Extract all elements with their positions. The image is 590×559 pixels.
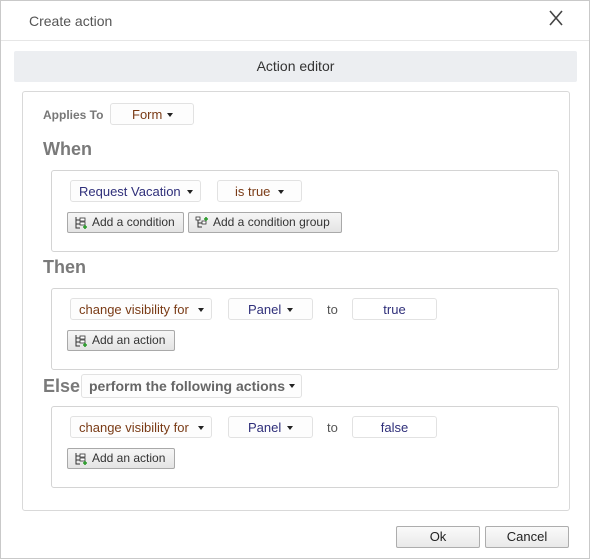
chevron-down-icon — [289, 384, 296, 388]
condition-operator-dropdown[interactable]: is true — [217, 180, 302, 202]
else-target-dropdown[interactable]: Panel — [228, 416, 313, 438]
else-value-field[interactable]: false — [352, 416, 437, 438]
chevron-down-icon — [287, 308, 293, 312]
then-action-verb-value: change visibility for — [79, 302, 189, 317]
then-action-verb-dropdown[interactable]: change visibility for — [70, 298, 212, 320]
add-action-icon — [74, 452, 89, 472]
applies-to-dropdown[interactable]: Form — [110, 103, 194, 125]
else-mode-dropdown[interactable]: perform the following actions — [81, 374, 303, 398]
else-to-label: to — [327, 420, 338, 435]
chevron-down-icon — [287, 426, 293, 430]
cancel-button[interactable]: Cancel — [485, 526, 569, 548]
condition-field-value: Request Vacation — [79, 184, 181, 199]
chevron-down-icon — [278, 190, 284, 194]
add-group-icon — [195, 216, 210, 236]
condition-field-dropdown[interactable]: Request Vacation — [70, 180, 201, 202]
else-mode-value: perform the following actions — [89, 378, 286, 394]
add-condition-group-label: Add a condition group — [213, 215, 330, 229]
condition-operator-value: is true — [235, 184, 271, 199]
when-heading: When — [43, 139, 92, 159]
dialog-title: Create action — [29, 13, 113, 29]
chevron-down-icon — [187, 190, 193, 194]
else-action-verb-value: change visibility for — [79, 420, 189, 435]
action-editor-header: Action editor — [14, 51, 577, 82]
else-add-action-button[interactable]: Add an action — [67, 448, 175, 469]
chevron-down-icon — [167, 113, 173, 117]
add-condition-icon — [74, 216, 89, 236]
add-action-icon — [74, 334, 89, 354]
then-add-action-label: Add an action — [92, 333, 166, 347]
add-condition-label: Add a condition — [92, 215, 175, 229]
then-target-dropdown[interactable]: Panel — [228, 298, 313, 320]
create-action-dialog: Create action Action editor Applies To F… — [0, 0, 590, 559]
else-action-verb-dropdown[interactable]: change visibility for — [70, 416, 212, 438]
add-condition-button[interactable]: Add a condition — [67, 212, 184, 233]
chevron-down-icon — [198, 308, 204, 312]
close-icon[interactable] — [546, 9, 566, 27]
ok-button[interactable]: Ok — [396, 526, 480, 548]
add-condition-group-button[interactable]: Add a condition group — [188, 212, 342, 233]
then-add-action-button[interactable]: Add an action — [67, 330, 175, 351]
applies-to-label: Applies To — [43, 108, 104, 122]
then-target-value: Panel — [248, 302, 282, 317]
title-divider — [1, 40, 589, 41]
then-heading: Then — [43, 257, 86, 277]
else-target-value: Panel — [248, 420, 282, 435]
then-to-label: to — [327, 302, 338, 317]
else-heading: Else — [43, 376, 81, 396]
else-add-action-label: Add an action — [92, 451, 166, 465]
chevron-down-icon — [198, 426, 204, 430]
then-value-field[interactable]: true — [352, 298, 437, 320]
applies-to-value: Form — [132, 107, 163, 122]
